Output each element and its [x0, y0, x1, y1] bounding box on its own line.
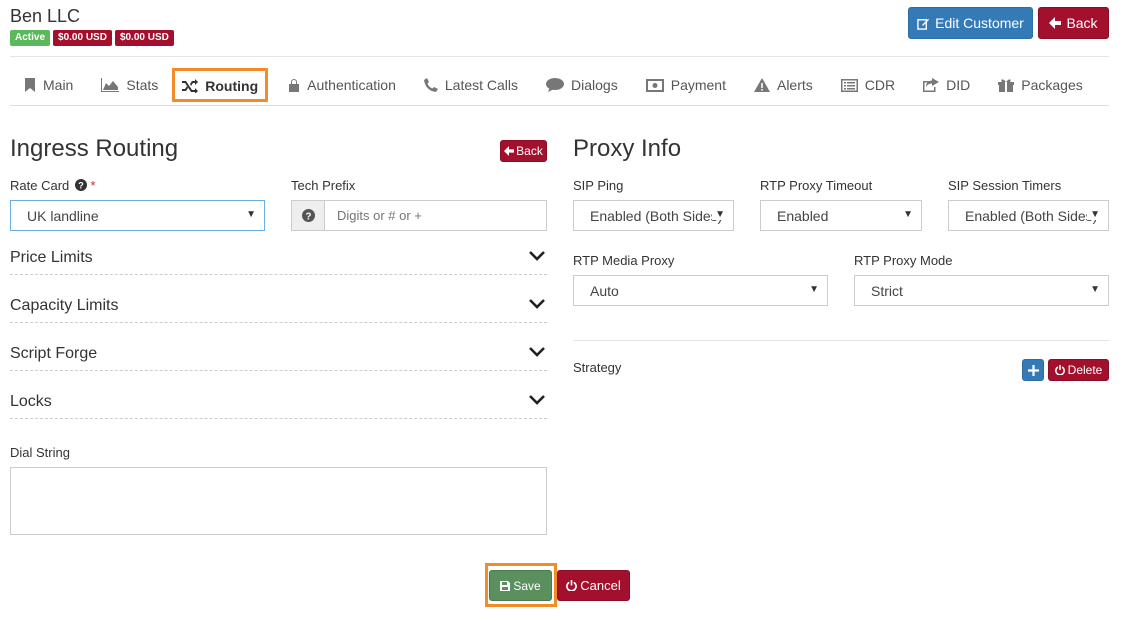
- caret-down-icon: ▼: [903, 209, 913, 220]
- svg-text:?: ?: [305, 211, 311, 222]
- tab-payment[interactable]: Payment: [632, 66, 740, 104]
- rtp-proxy-mode-select[interactable]: Strict ▼: [854, 275, 1109, 306]
- dial-string-textarea[interactable]: [10, 467, 547, 535]
- gift-icon: [998, 79, 1015, 92]
- sip-ping-label: SIP Ping: [573, 178, 624, 193]
- strategy-label: Strategy: [573, 360, 622, 375]
- status-badge: Active: [10, 30, 51, 46]
- rtp-proxy-timeout-label: RTP Proxy Timeout: [760, 178, 873, 193]
- section-title: Locks: [10, 393, 52, 410]
- plus-icon: [1027, 364, 1039, 376]
- arrow-left-icon: [504, 146, 515, 156]
- section-title: Price Limits: [10, 249, 93, 266]
- balance-badge: $0.00 USD: [53, 30, 112, 46]
- add-strategy-button[interactable]: [1022, 359, 1044, 381]
- chevron-down-icon: [529, 395, 545, 405]
- rate-card-select[interactable]: UK landline ▼: [10, 200, 265, 231]
- required-marker: *: [90, 178, 96, 193]
- sip-session-timers-label: SIP Session Timers: [948, 178, 1062, 193]
- locks-section[interactable]: Locks: [10, 393, 547, 419]
- tab-dialogs[interactable]: Dialogs: [532, 66, 632, 104]
- status-badges: Active $0.00 USD $0.00 USD: [10, 30, 174, 46]
- edit-customer-button[interactable]: Edit Customer: [908, 7, 1033, 39]
- share-icon: [923, 78, 940, 92]
- tab-cdr[interactable]: CDR: [827, 66, 909, 104]
- shuffle-icon: [182, 79, 199, 93]
- svg-text:?: ?: [78, 181, 84, 191]
- ingress-back-label: Back: [516, 144, 543, 158]
- sip-ping-select[interactable]: Enabled (Both Sides) ▼: [573, 200, 734, 231]
- dial-string-label: Dial String: [10, 445, 70, 460]
- sip-session-timers-select[interactable]: Enabled (Both Sides) ▼: [948, 200, 1109, 231]
- edit-customer-label: Edit Customer: [935, 15, 1024, 31]
- ingress-back-button[interactable]: Back: [500, 140, 547, 162]
- header-divider: [10, 56, 1109, 57]
- rate-card-label: Rate Card: [10, 178, 70, 193]
- tech-prefix-input[interactable]: [324, 200, 547, 231]
- rtp-proxy-mode-label: RTP Proxy Mode: [854, 253, 953, 268]
- tab-authentication[interactable]: Authentication: [274, 66, 410, 104]
- customer-name: Ben LLC: [10, 6, 81, 26]
- caret-down-icon: ▼: [809, 284, 819, 295]
- warning-icon: [753, 78, 770, 92]
- question-circle-icon: ?: [301, 209, 315, 222]
- tech-prefix-label: Tech Prefix: [291, 178, 356, 193]
- caret-down-icon: ▼: [1090, 284, 1100, 295]
- tab-packages[interactable]: Packages: [984, 66, 1096, 104]
- rtp-proxy-timeout-select[interactable]: Enabled ▼: [760, 200, 922, 231]
- power-icon: [566, 580, 578, 591]
- chevron-down-icon: [529, 251, 545, 261]
- floppy-disk-icon: [500, 580, 511, 591]
- tab-did[interactable]: DID: [909, 66, 984, 104]
- header-back-button[interactable]: Back: [1038, 7, 1109, 39]
- tab-bar: Main Stats Routing Authentication Latest…: [10, 66, 1109, 106]
- script-forge-section[interactable]: Script Forge: [10, 345, 547, 371]
- rtp-media-proxy-select[interactable]: Auto ▼: [573, 275, 828, 306]
- section-title: Capacity Limits: [10, 297, 119, 314]
- tab-stats[interactable]: Stats: [87, 66, 172, 104]
- rtp-media-proxy-label: RTP Media Proxy: [573, 253, 675, 268]
- lock-icon: [289, 79, 300, 92]
- proxy-divider: [573, 340, 1109, 341]
- tab-latest-calls[interactable]: Latest Calls: [410, 66, 532, 104]
- area-chart-icon: [101, 78, 120, 92]
- comment-icon: [546, 78, 565, 92]
- caret-down-icon: ▼: [712, 209, 725, 220]
- caret-down-icon: ▼: [1087, 209, 1100, 220]
- rate-card-label-row: Rate Card ? *: [10, 178, 96, 193]
- power-icon: [1054, 365, 1065, 375]
- question-circle-icon: ?: [74, 179, 87, 191]
- delete-strategy-button[interactable]: Delete: [1048, 359, 1109, 381]
- price-limits-section[interactable]: Price Limits: [10, 249, 547, 275]
- ingress-routing-title: Ingress Routing: [10, 135, 179, 162]
- proxy-info-title: Proxy Info: [573, 135, 682, 162]
- tab-main[interactable]: Main: [10, 66, 87, 104]
- header-back-label: Back: [1066, 15, 1098, 31]
- tab-alerts[interactable]: Alerts: [740, 66, 827, 104]
- list-icon: [840, 78, 858, 92]
- edit-icon: [917, 18, 930, 30]
- money-icon: [645, 78, 664, 92]
- capacity-limits-section[interactable]: Capacity Limits: [10, 297, 547, 323]
- phone-icon: [423, 78, 438, 92]
- chevron-down-icon: [529, 299, 545, 309]
- save-button[interactable]: Save: [489, 570, 552, 601]
- section-title: Script Forge: [10, 345, 98, 362]
- tab-routing[interactable]: Routing: [172, 68, 269, 102]
- cancel-button[interactable]: Cancel: [557, 570, 630, 601]
- arrow-left-icon: [1049, 17, 1062, 29]
- chevron-down-icon: [529, 347, 545, 357]
- caret-down-icon: ▼: [246, 209, 256, 220]
- credit-badge: $0.00 USD: [114, 30, 174, 46]
- bookmark-icon: [25, 78, 35, 92]
- tech-prefix-help-addon: ?: [291, 200, 325, 231]
